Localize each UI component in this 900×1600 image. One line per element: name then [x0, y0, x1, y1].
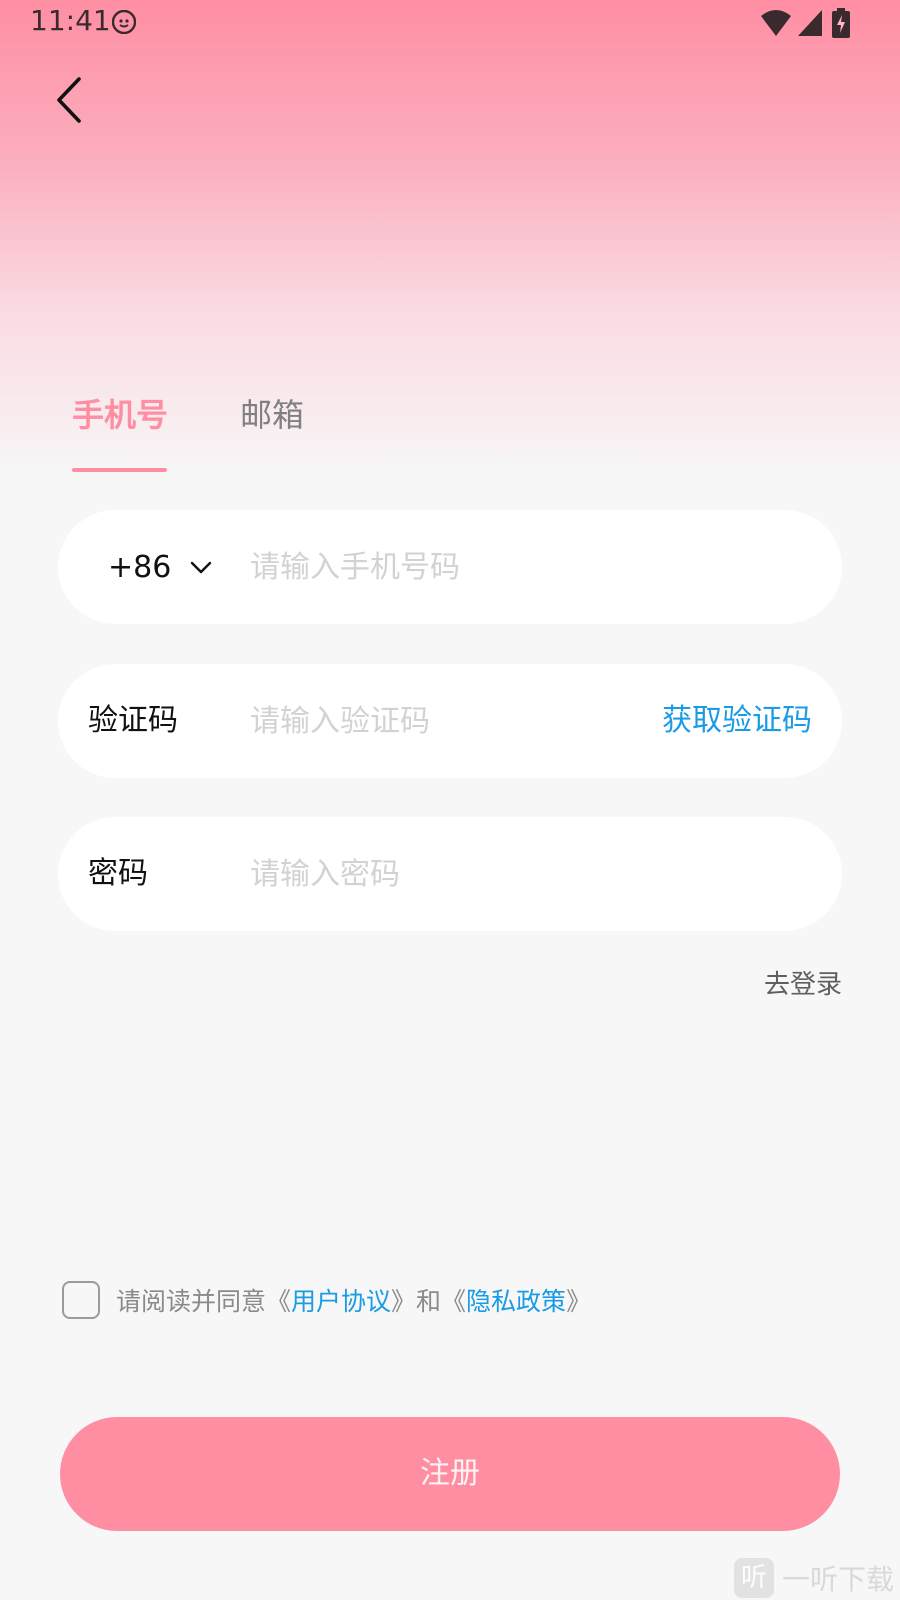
agreement-row: 请阅读并同意《用户协议》和《隐私政策》	[62, 1280, 591, 1320]
tab-email[interactable]: 邮箱	[240, 392, 304, 438]
agreement-checkbox[interactable]	[62, 1281, 100, 1319]
country-code-value: +86	[108, 549, 172, 585]
watermark-text: 一听下载	[781, 1563, 894, 1596]
country-code-selector[interactable]: +86	[108, 510, 213, 624]
status-time: 11:41	[30, 4, 111, 37]
status-bar: 11:41	[0, 0, 900, 46]
code-input[interactable]	[250, 691, 630, 751]
watermark-logo: 听	[733, 1558, 774, 1598]
password-field: 密码	[58, 817, 842, 931]
signal-icon	[798, 10, 822, 36]
agreement-text: 请阅读并同意《用户协议》和《隐私政策》	[116, 1282, 591, 1318]
agreement-middle: 》和《	[391, 1287, 467, 1316]
phone-input[interactable]	[250, 537, 630, 597]
agreement-suffix: 》	[566, 1287, 592, 1316]
password-label: 密码	[88, 856, 148, 891]
phone-field: +86	[58, 510, 842, 624]
privacy-policy-link[interactable]: 隐私政策	[466, 1287, 566, 1316]
watermark: 听 一听下载	[733, 1558, 894, 1598]
code-field: 验证码 获取验证码	[58, 664, 842, 778]
password-input[interactable]	[250, 844, 630, 904]
back-arrow-icon	[57, 77, 81, 123]
goto-login-link[interactable]: 去登录	[764, 964, 842, 1001]
wifi-icon	[761, 10, 791, 36]
back-button[interactable]	[44, 72, 92, 128]
tab-phone[interactable]: 手机号	[72, 392, 168, 438]
agreement-prefix: 请阅读并同意《	[116, 1287, 292, 1316]
get-code-button[interactable]: 获取验证码	[662, 664, 812, 778]
app-notification-icon	[112, 10, 136, 34]
chevron-down-icon	[191, 561, 212, 574]
tab-active-indicator	[72, 468, 167, 472]
user-agreement-link[interactable]: 用户协议	[291, 1287, 391, 1316]
register-button[interactable]: 注册	[60, 1417, 840, 1531]
code-label: 验证码	[88, 703, 178, 738]
battery-icon	[832, 8, 850, 38]
